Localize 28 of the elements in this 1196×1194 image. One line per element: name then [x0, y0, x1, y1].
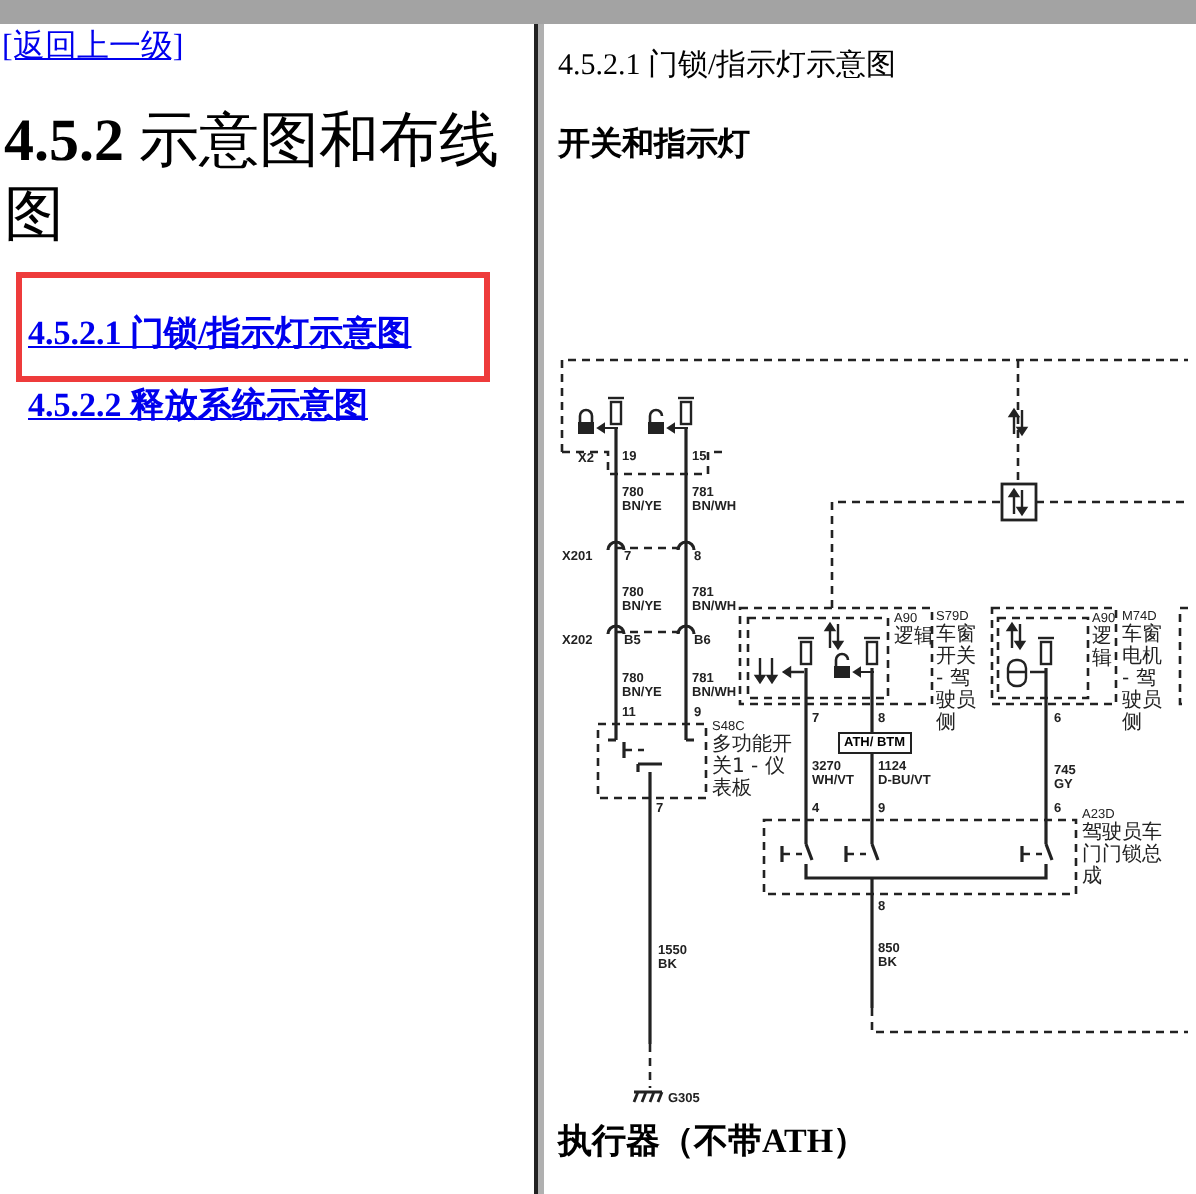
component-name: 车窗开关 - 驾驶员侧 [936, 624, 978, 734]
resistor-icon [798, 636, 814, 666]
up-down-arrows-icon [1008, 487, 1028, 517]
component-name: 逻辑 [894, 626, 934, 648]
page-title: 4.5.2.1 门锁/指示灯示意图 [558, 46, 899, 84]
component-name: 多功能开关1 - 仪表板 [712, 734, 794, 800]
component-name: 驾驶员车门门锁总成 [1082, 822, 1164, 888]
lock-arrow-icon [648, 408, 689, 434]
section-link[interactable]: 4.5.2.1 门锁/指示灯示意图 [28, 314, 412, 352]
lock-arrow-icon [834, 652, 875, 678]
up-down-arrows-icon [824, 621, 844, 651]
resistor-icon [678, 396, 694, 426]
window-icon [1006, 658, 1048, 688]
ground-icon [632, 1090, 664, 1104]
up-down-arrows-icon [1006, 621, 1026, 651]
lock-arrow-icon [578, 408, 619, 434]
back-link[interactable]: [返回上一级] [2, 26, 184, 68]
resistor-icon [1038, 636, 1054, 666]
section-title: 执行器（不带ATH） [558, 1120, 870, 1164]
resistor-icon [864, 636, 880, 666]
page-heading: 4.5.2 示意图和布线图 [4, 106, 501, 252]
section-link[interactable]: 4.5.2.2 释放系统示意图 [28, 386, 368, 424]
section-title: 开关和指示灯 [558, 124, 752, 166]
resistor-icon [608, 396, 624, 426]
down-arrows-icon [754, 656, 806, 685]
component-name: 车窗电机 - 驾驶员侧 [1122, 624, 1164, 734]
up-down-arrows-icon [1008, 407, 1028, 437]
component-name: 逻辑 [1092, 626, 1114, 670]
